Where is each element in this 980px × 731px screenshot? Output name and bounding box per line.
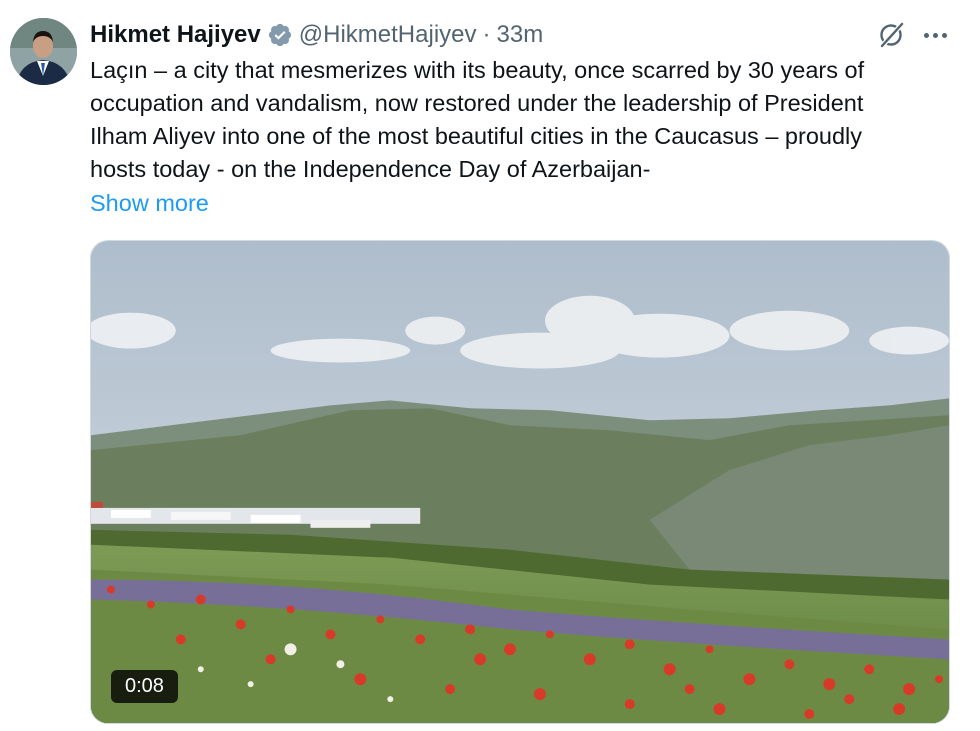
author-handle[interactable]: @HikmetHajiyev [299, 21, 477, 49]
grok-icon[interactable] [876, 20, 906, 50]
tweet-text-line: Laçın – a city that mesmerizes with its … [90, 57, 865, 83]
tweet-text: Laçın – a city that mesmerizes with its … [90, 54, 960, 186]
separator-dot: · [482, 21, 491, 48]
author-name[interactable]: Hikmet Hajiyev [90, 21, 261, 49]
author-avatar[interactable] [10, 18, 77, 85]
tweet-header: Hikmet Hajiyev @HikmetHajiyev · 33m [90, 20, 543, 50]
tweet-text-line: occupation and vandalism, now restored u… [90, 90, 864, 116]
tweet-text-line: hosts today - on the Independence Day of… [90, 156, 651, 182]
more-dot [923, 32, 929, 38]
video-player[interactable]: 0:08 [90, 240, 950, 724]
tweet-text-line: Ilham Aliyev into one of the most beauti… [90, 123, 863, 149]
more-options-icon[interactable] [920, 20, 950, 50]
show-more-link[interactable]: Show more [90, 187, 209, 220]
timestamp[interactable]: 33m [497, 21, 544, 49]
verified-badge-icon[interactable] [267, 22, 293, 48]
more-dot [941, 32, 947, 38]
video-duration: 0:08 [111, 670, 178, 703]
more-dot [932, 32, 938, 38]
video-thumbnail [91, 241, 949, 723]
